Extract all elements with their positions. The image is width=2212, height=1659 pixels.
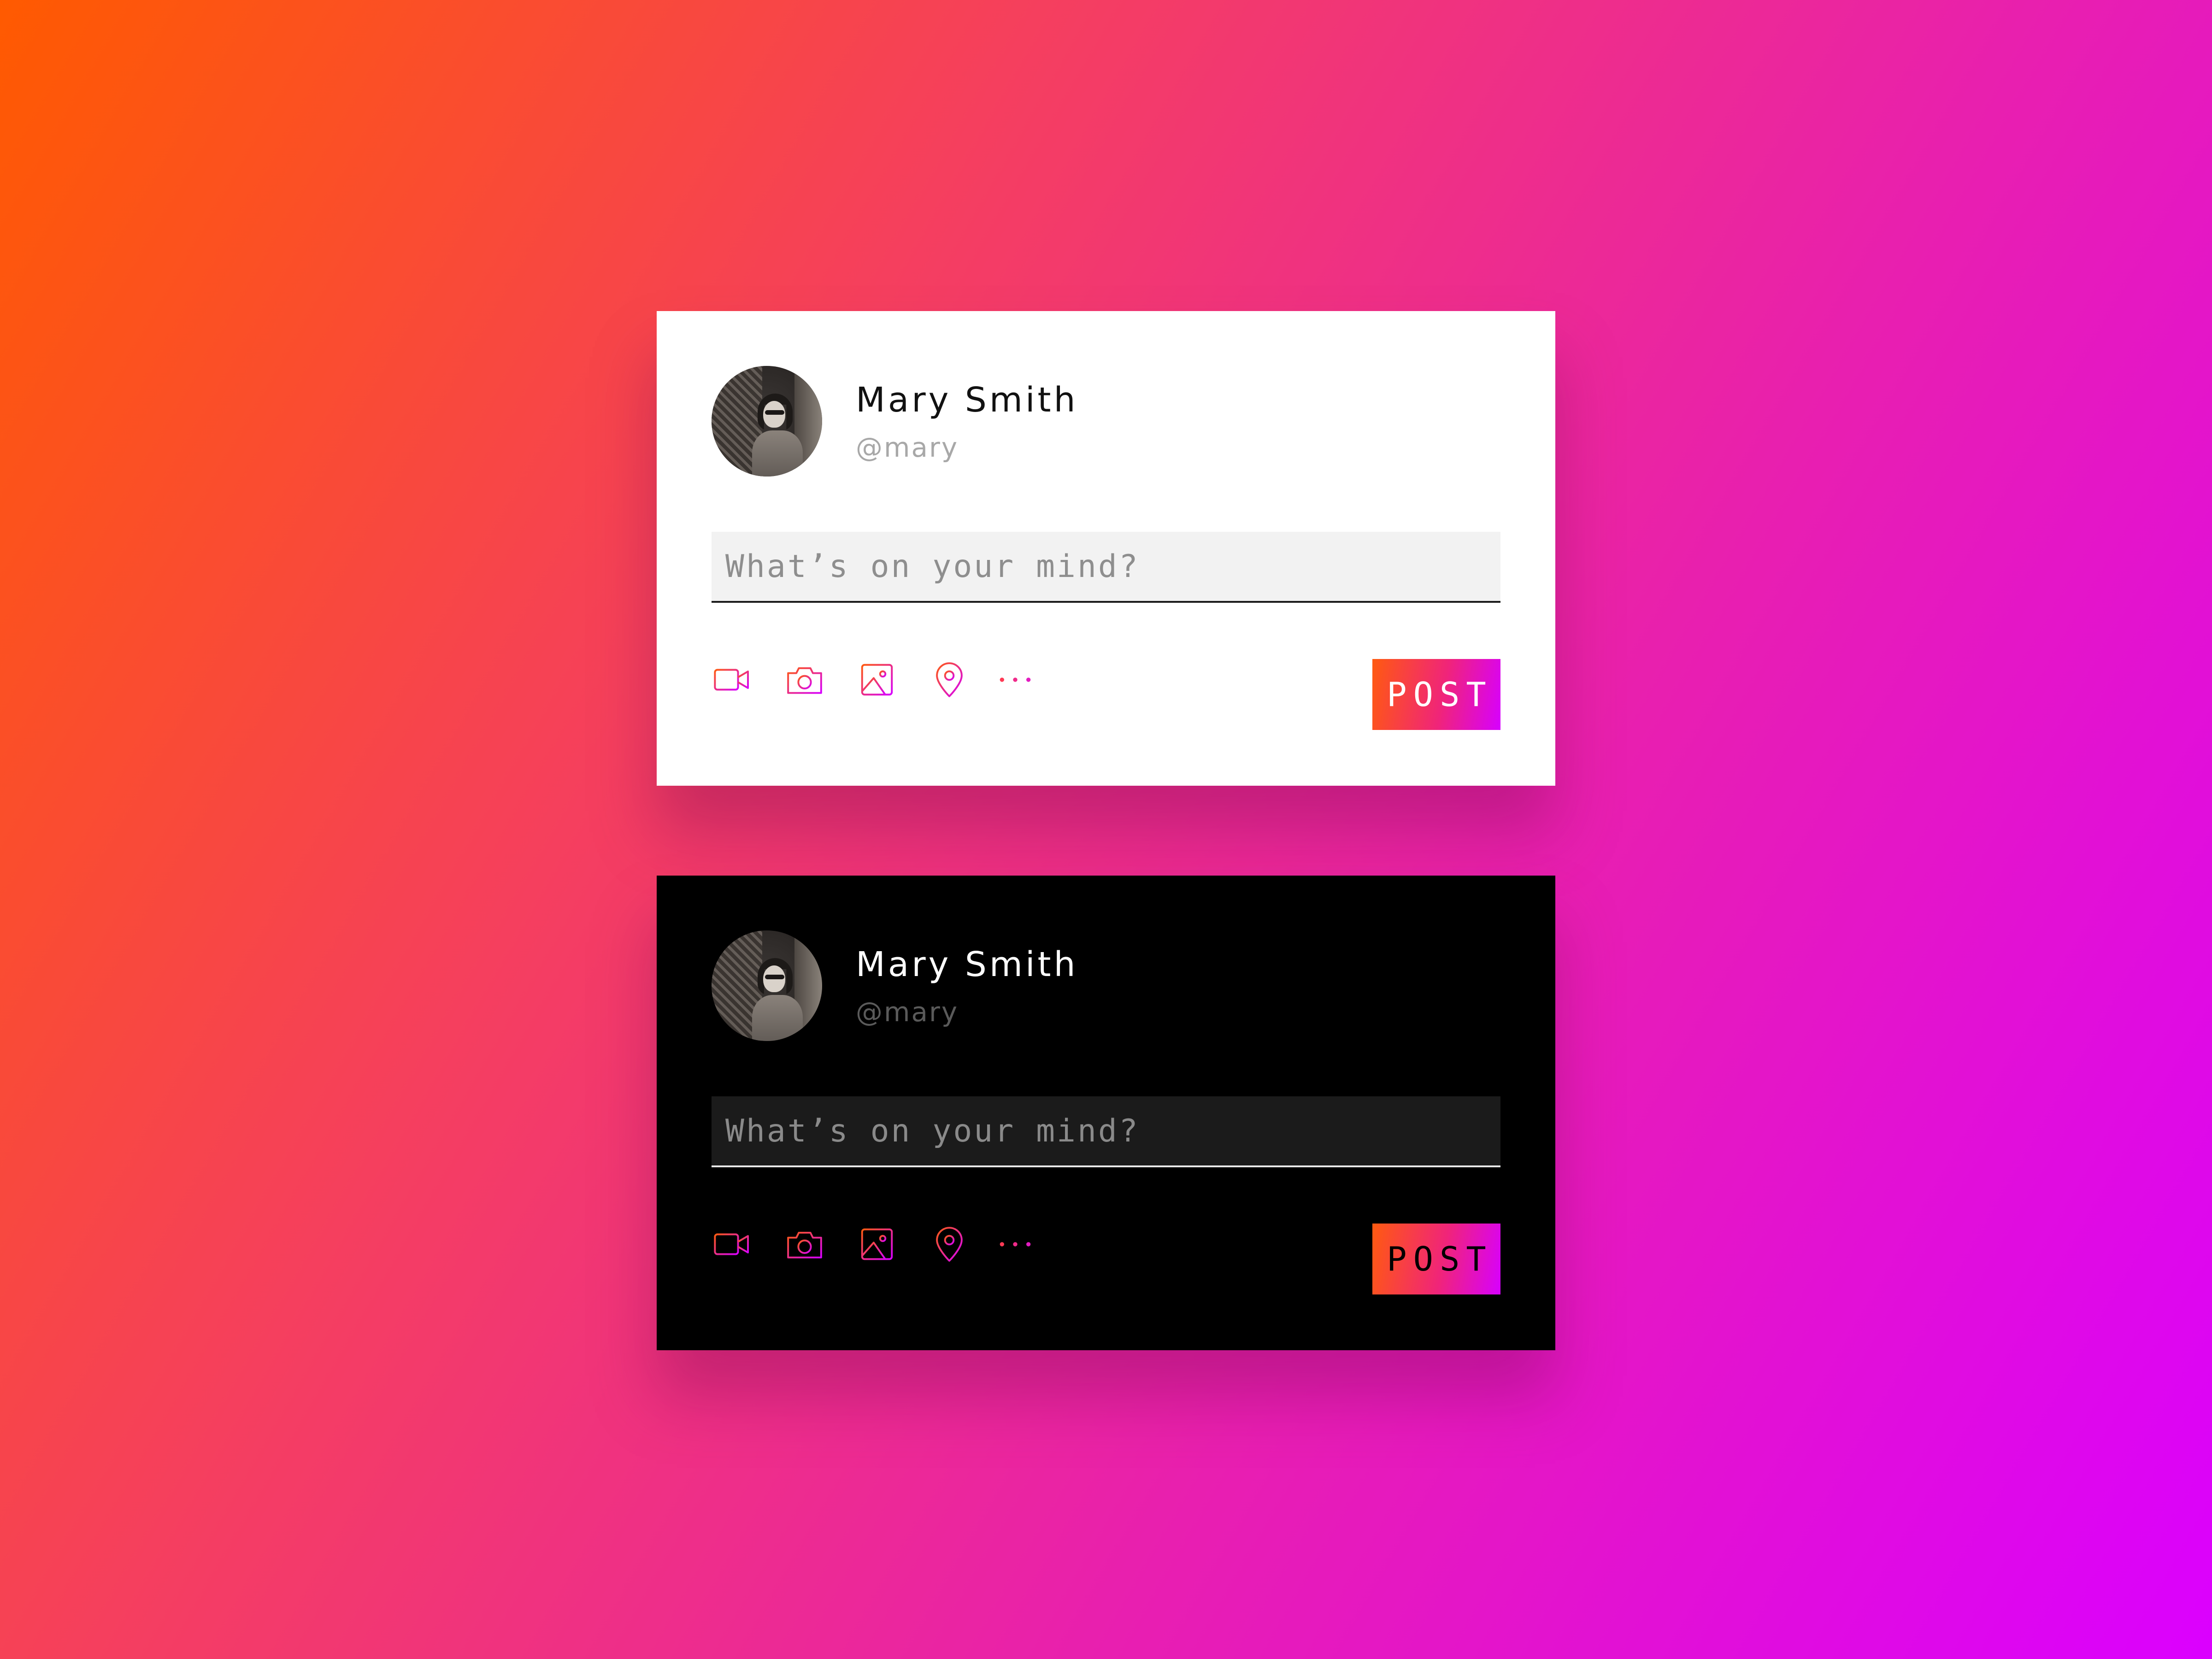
image-button[interactable]	[856, 1224, 898, 1265]
camera-icon	[787, 667, 822, 694]
camera-icon	[787, 1231, 822, 1259]
image-icon	[861, 664, 893, 696]
composer-input[interactable]	[712, 532, 1500, 603]
post-composer-card-dark: Mary Smith @mary What’s on your mind? PO…	[657, 876, 1555, 1350]
video-icon	[714, 669, 749, 691]
image-icon	[861, 1228, 893, 1260]
attachment-toolbar	[712, 659, 1080, 700]
video-icon	[714, 1233, 749, 1255]
location-pin-icon	[936, 662, 963, 697]
composer-input[interactable]	[712, 1096, 1500, 1167]
user-name: Mary Smith	[856, 380, 1078, 420]
attachment-toolbar	[712, 1224, 1080, 1265]
user-handle: @mary	[856, 432, 959, 463]
post-button[interactable]: POST	[1372, 659, 1500, 730]
more-icon	[1000, 677, 1031, 682]
more-button[interactable]	[994, 659, 1036, 700]
video-button[interactable]	[712, 1224, 753, 1265]
more-icon	[1000, 1242, 1031, 1247]
post-button[interactable]: POST	[1372, 1224, 1500, 1294]
camera-button[interactable]	[784, 1224, 825, 1265]
camera-button[interactable]	[784, 659, 825, 700]
user-name: Mary Smith	[856, 945, 1078, 984]
more-button[interactable]	[994, 1224, 1036, 1265]
post-composer-card-light: Mary Smith @mary What’s on your mind? PO…	[657, 311, 1555, 786]
location-button[interactable]	[929, 1224, 970, 1265]
image-button[interactable]	[856, 659, 898, 700]
avatar[interactable]	[712, 366, 822, 477]
avatar[interactable]	[712, 930, 822, 1041]
video-button[interactable]	[712, 659, 753, 700]
user-handle: @mary	[856, 996, 959, 1028]
location-button[interactable]	[929, 659, 970, 700]
location-pin-icon	[936, 1227, 963, 1262]
